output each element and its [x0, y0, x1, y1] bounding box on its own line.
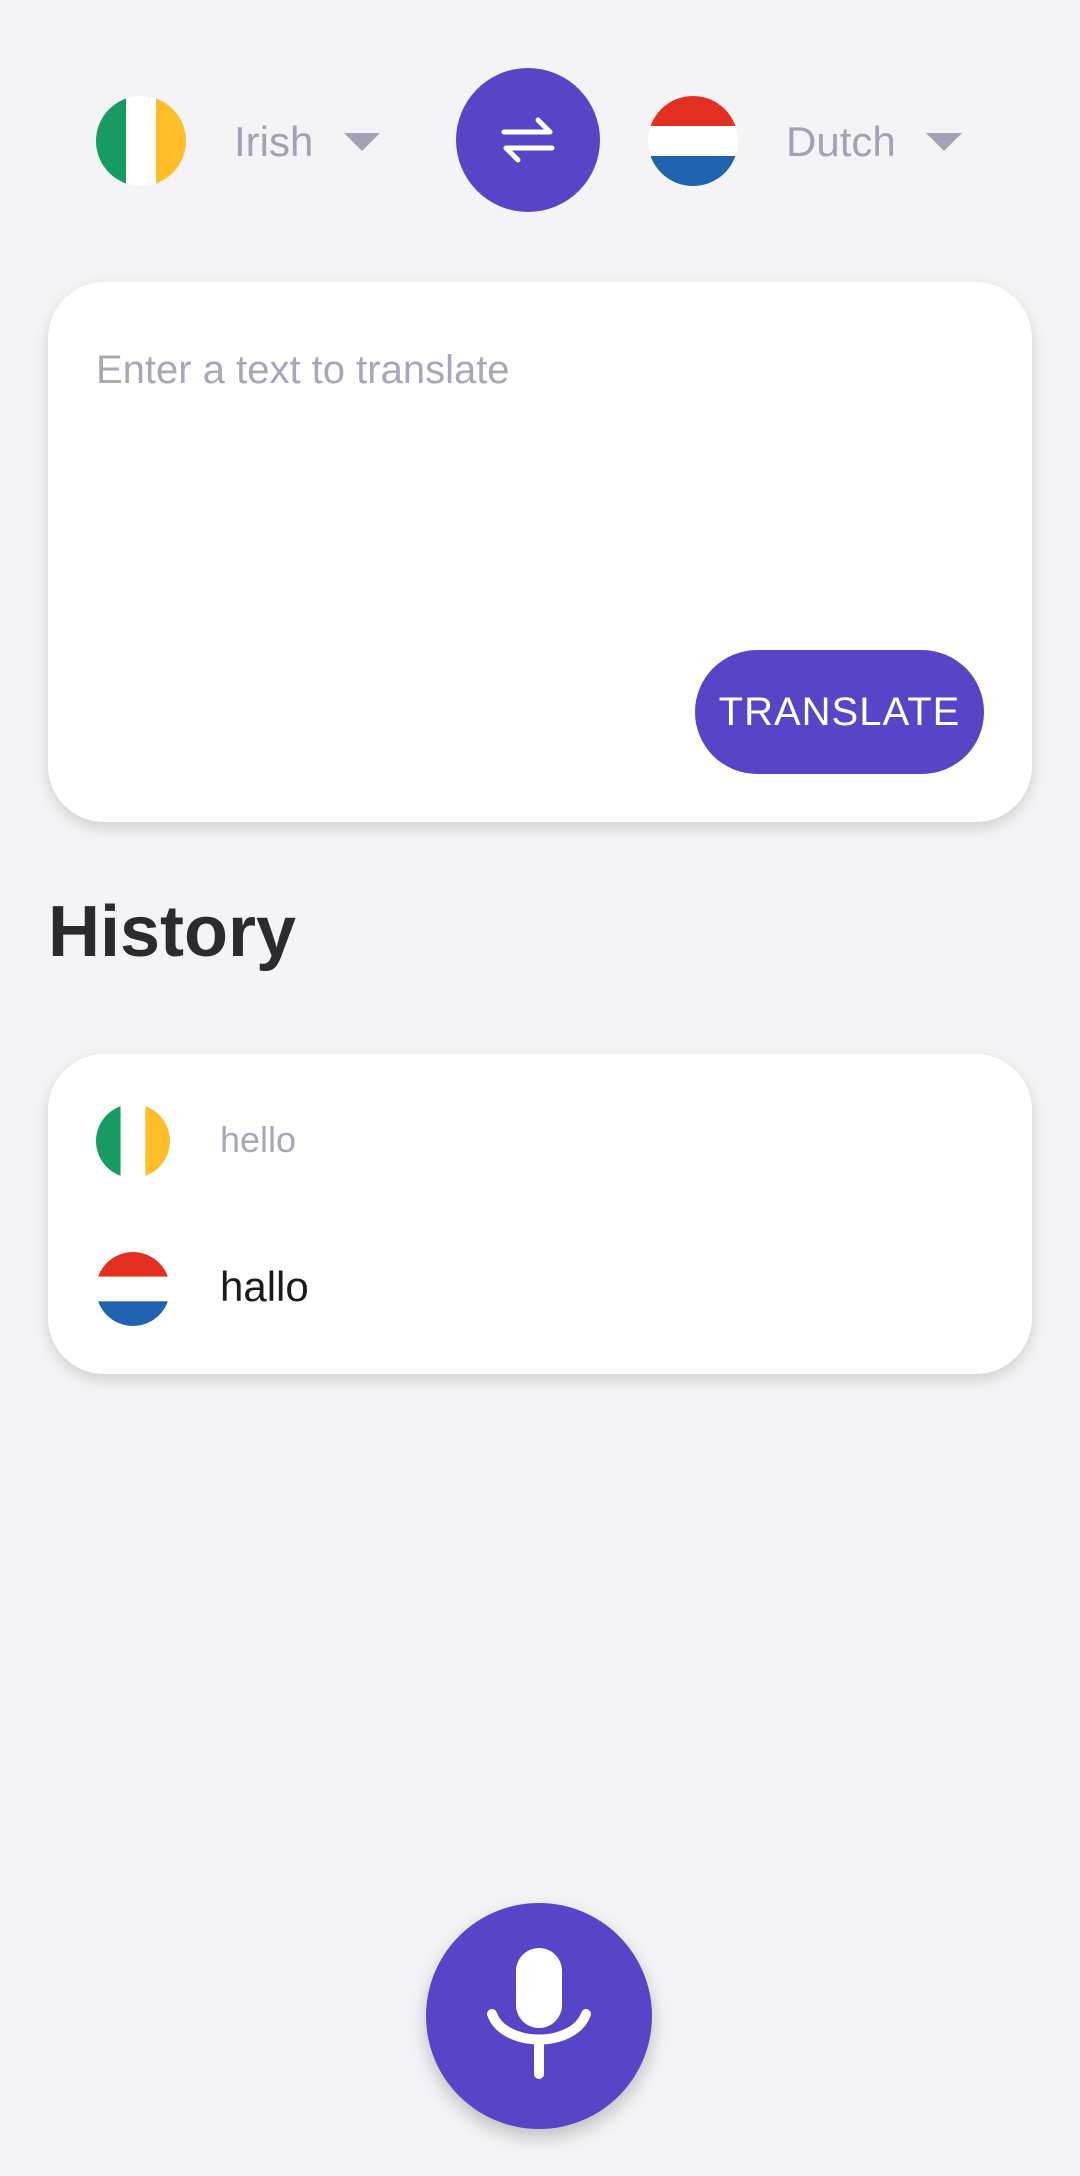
target-language-label: Dutch	[786, 118, 896, 165]
microphone-icon	[487, 1948, 591, 2079]
text-to-translate-input[interactable]	[96, 340, 976, 400]
microphone-button[interactable]	[426, 1903, 652, 2129]
history-translated-text: hallo	[220, 1263, 309, 1310]
chevron-down-icon	[344, 133, 380, 151]
history-item[interactable]	[48, 1054, 1032, 1374]
netherlands-flag-icon	[648, 96, 738, 186]
netherlands-flag-icon	[96, 1252, 170, 1326]
ireland-flag-icon	[96, 1104, 170, 1178]
swap-languages-button[interactable]	[456, 68, 600, 212]
source-language-label: Irish	[234, 118, 314, 165]
swap-arrows-icon	[501, 117, 555, 163]
chevron-down-icon	[926, 133, 962, 151]
history-title: History	[48, 892, 297, 972]
history-source-text: hello	[220, 1119, 297, 1160]
ireland-flag-icon	[96, 96, 186, 186]
translate-button[interactable]: TRANSLATE	[695, 650, 984, 774]
